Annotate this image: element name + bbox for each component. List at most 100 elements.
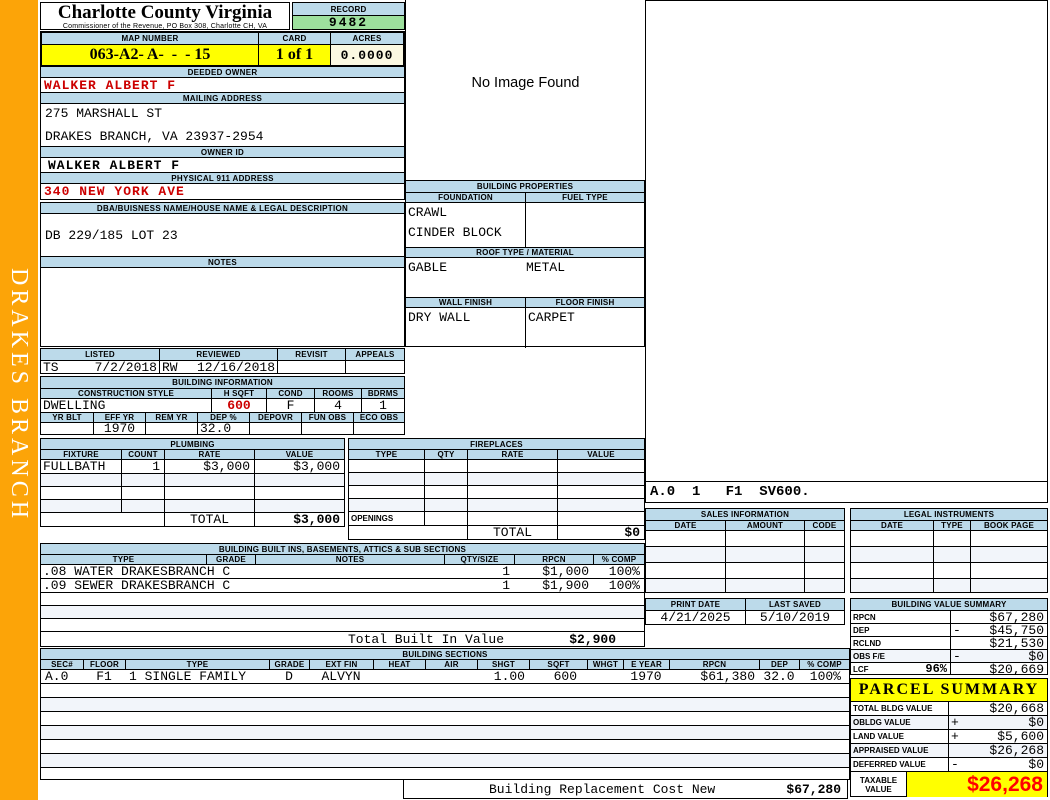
bvs-row: RCLND $21,530 <box>851 636 1047 649</box>
commissioner-line: Commissioner of the Revenue, PO Box 308,… <box>62 23 268 30</box>
record-label: RECORD <box>293 3 404 15</box>
bs-type-header: TYPE <box>125 660 269 669</box>
empty-row <box>41 486 344 499</box>
empty-row <box>349 459 644 472</box>
rooms-label: ROOMS <box>314 389 361 398</box>
record-box: RECORD 9482 <box>292 2 405 30</box>
dep-value: 32.0 <box>197 423 249 434</box>
parcel-label: DEFERRED VALUE <box>853 760 926 769</box>
parcel-label: OBLDG VALUE <box>853 718 911 727</box>
reviewed-label: REVIEWED <box>159 349 277 360</box>
building-information-title: BUILDING INFORMATION <box>41 377 404 388</box>
foundation-line1: CRAWL <box>408 205 448 220</box>
plumbing-total-label: TOTAL <box>164 513 254 526</box>
parcel-value: $20,668 <box>989 702 1044 715</box>
bi-qty-value: 1 <box>502 579 510 592</box>
fp-qty-header: QTY <box>424 450 467 459</box>
ecoobs-value <box>353 423 404 434</box>
bvs-value: $45,750 <box>989 624 1044 636</box>
empty-row <box>41 739 849 753</box>
bi-rpcn-header: RPCN <box>514 555 593 564</box>
bi-qty-value: 1 <box>502 565 510 578</box>
depovr-value <box>249 423 301 434</box>
empty-row <box>851 530 1047 546</box>
county-name: Charlotte County Virginia <box>57 2 273 23</box>
bs-whgt-header: WHGT <box>587 660 623 669</box>
appeals-label: APPEALS <box>345 349 404 360</box>
map-number-value: 063-A2- A- - - 15 <box>42 45 258 65</box>
bvs-row: RPCN $67,280 <box>851 610 1047 623</box>
dep-label: DEP % <box>197 413 249 422</box>
listed-by: TS <box>43 361 59 373</box>
bs-type-value: 1 SINGLE FAMILY <box>129 670 247 683</box>
taxable-value-amount: $26,268 <box>906 772 1047 797</box>
empty-row <box>646 562 844 578</box>
fixture-value: FULLBATH <box>43 460 106 473</box>
fireplaces-table: FIREPLACES TYPE QTY RATE VALUE OPENINGS … <box>348 438 645 540</box>
wall-finish-value: DRY WALL <box>408 310 471 325</box>
plumbing-title: PLUMBING <box>41 439 344 449</box>
legal-description-value: DB 229/185 LOT 23 <box>40 213 405 257</box>
empty-row <box>41 473 344 486</box>
bs-dep-value: 32.0 <box>763 670 795 683</box>
print-date-value: 4/21/2025 <box>660 611 731 624</box>
empty-row <box>41 499 344 512</box>
bs-floor-value: F1 <box>96 670 112 683</box>
sales-information-title: SALES INFORMATION <box>646 509 844 520</box>
empty-row <box>41 753 849 767</box>
bdrms-value: 1 <box>361 399 404 412</box>
fp-type-header: TYPE <box>349 450 424 459</box>
built-ins-title: BUILDING BUILT INS, BASEMENTS, ATTICS & … <box>41 544 644 554</box>
bs-floor-header: FLOOR <box>83 660 125 669</box>
listed-date: 7/2/2018 <box>94 361 157 373</box>
floor-finish-value: CARPET <box>525 308 644 348</box>
bi-comp-value: 100% <box>608 565 640 578</box>
roof-type-value: GABLE <box>408 260 448 275</box>
bvs-row: LCF 96% $20,669 <box>851 662 1047 675</box>
bs-air-header: AIR <box>425 660 477 669</box>
bi-notes-header: NOTES <box>255 555 444 564</box>
reviewed-value: RW 12/16/2018 <box>159 361 277 373</box>
bvs-value: $20,669 <box>989 663 1044 675</box>
fireplaces-total-value: $0 <box>557 526 644 539</box>
foundation-value: CRAWL CINDER BLOCK <box>406 203 525 247</box>
reviewed-date: 12/16/2018 <box>196 361 275 373</box>
physical-address-value: 340 NEW YORK AVE <box>40 183 405 200</box>
legal-type-header: TYPE <box>933 521 970 530</box>
plumbing-total-row: TOTAL $3,000 <box>41 512 344 526</box>
bvs-value: $67,280 <box>989 611 1044 623</box>
built-ins-row: .09 SEWER DRAKESBRANCH C 1 $1,900 100% <box>41 578 644 592</box>
print-saved-table: PRINT DATE LAST SAVED 4/21/2025 5/10/201… <box>645 598 845 625</box>
sales-code-header: CODE <box>804 521 844 530</box>
bs-sec-header: SEC# <box>41 660 83 669</box>
parcel-op: - <box>951 758 959 771</box>
bi-rpcn-value: $1,900 <box>542 579 589 592</box>
bs-dep-header: DEP <box>759 660 799 669</box>
value-value: $3,000 <box>254 460 344 473</box>
bs-sqft-header: SQFT <box>529 660 587 669</box>
yrblt-value <box>41 423 93 434</box>
revisit-value <box>277 361 345 373</box>
legal-instruments-table: LEGAL INSTRUMENTS DATE TYPE BOOK PAGE <box>850 508 1048 593</box>
cond-value: F <box>266 399 314 412</box>
fp-rate-header: RATE <box>467 450 557 459</box>
count-header: COUNT <box>121 450 164 459</box>
bs-shgt-header: SHGT <box>477 660 529 669</box>
photo-panel: No Image Found <box>405 0 645 180</box>
appeals-value <box>345 361 404 373</box>
built-ins-table: BUILDING BUILT INS, BASEMENTS, ATTICS & … <box>40 543 645 647</box>
bi-type-header: TYPE <box>41 555 206 564</box>
fuel-type-label: FUEL TYPE <box>525 193 644 202</box>
value-header: VALUE <box>254 450 344 459</box>
funobs-label: FUN OBS <box>301 413 353 422</box>
funobs-value <box>301 423 353 434</box>
bvs-label: DEP <box>853 625 870 635</box>
construction-style-value: DWELLING <box>43 399 106 412</box>
empty-row <box>646 530 844 546</box>
bs-comp-value: 100% <box>809 670 841 683</box>
bs-grade-header: GRADE <box>269 660 309 669</box>
last-saved-label: LAST SAVED <box>745 599 844 610</box>
bvs-row: DEP - $45,750 <box>851 623 1047 636</box>
parcel-value: $26,268 <box>989 744 1044 757</box>
no-image-message: No Image Found <box>471 75 580 91</box>
